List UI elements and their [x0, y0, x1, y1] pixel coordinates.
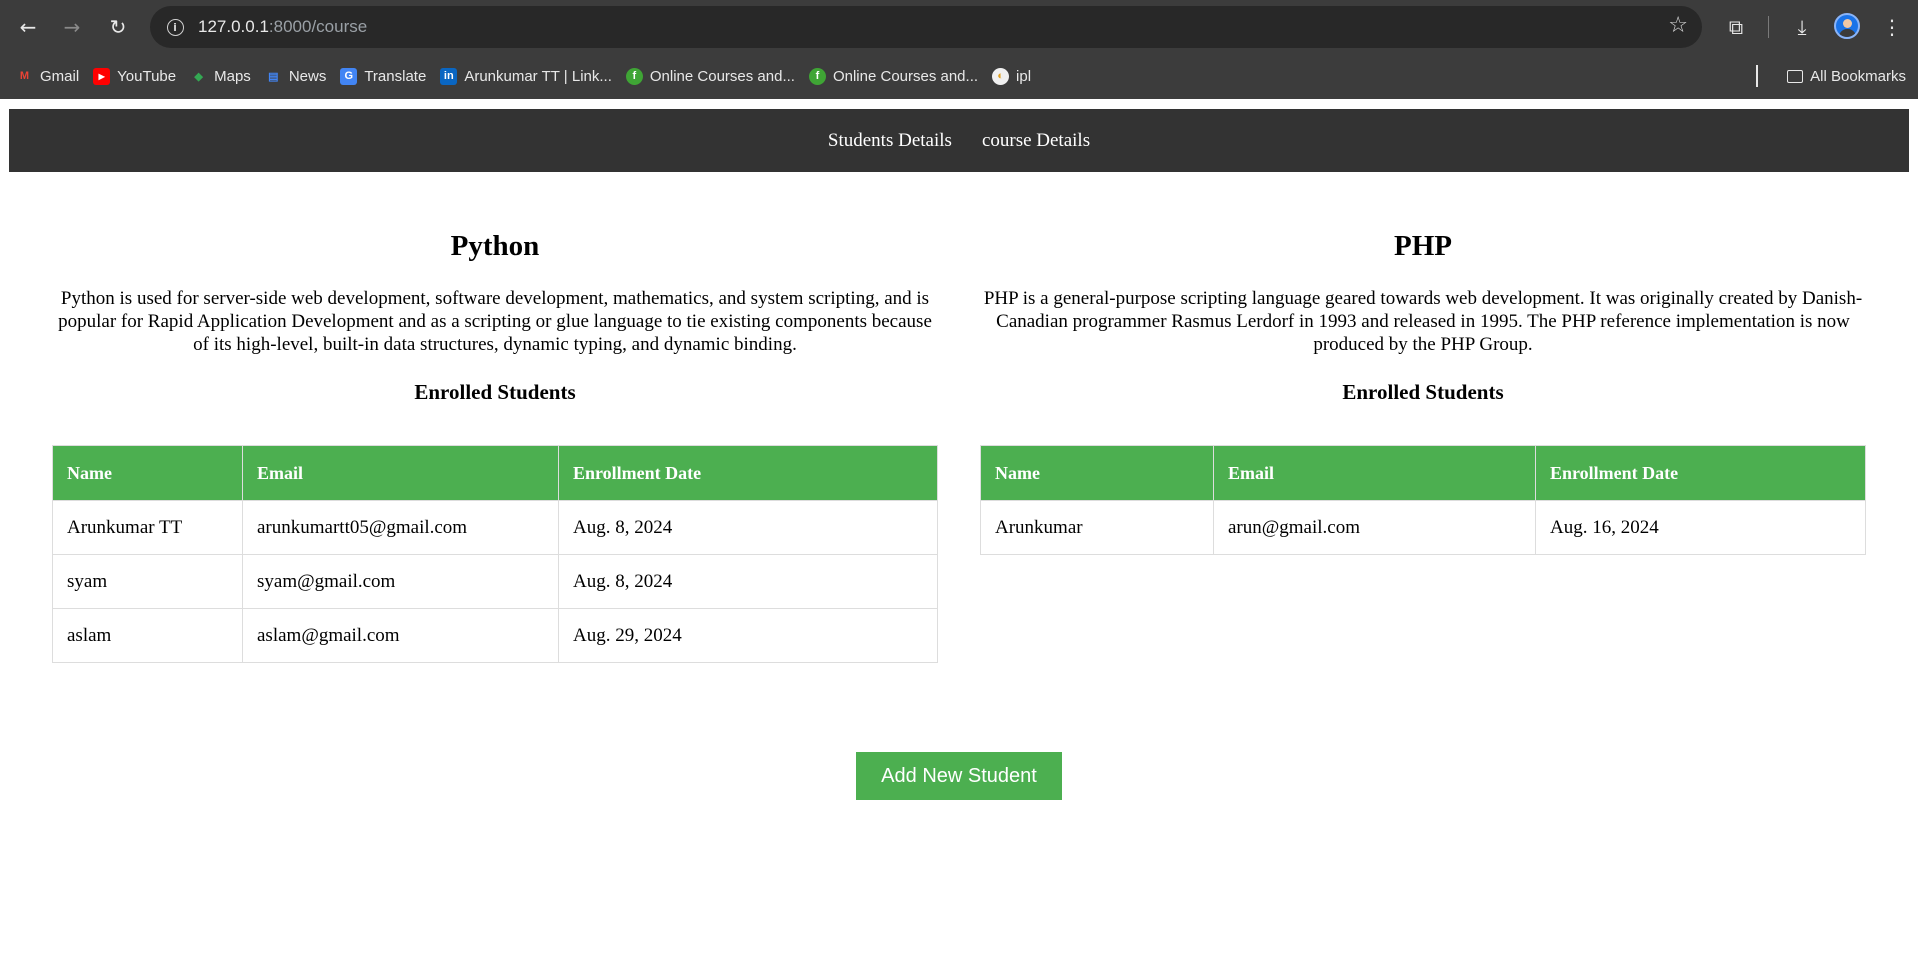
extensions-icon[interactable]: ⧉: [1722, 13, 1750, 41]
column-header: Name: [52, 445, 243, 501]
add-new-student-button[interactable]: Add New Student: [856, 752, 1062, 800]
ipl-icon: ◐: [992, 67, 1010, 85]
back-arrow-icon[interactable]: ←: [14, 13, 42, 41]
maps-icon: ◆: [194, 70, 203, 83]
bookmark-translate[interactable]: G Translate: [334, 61, 432, 91]
toolbar-divider: [1768, 16, 1769, 38]
bookmark-news[interactable]: ▤ News: [259, 61, 333, 91]
table-row: Arunkumar arun@gmail.com Aug. 16, 2024: [980, 500, 1866, 555]
enrolled-students-table: Name Email Enrollment Date Arunkumar aru…: [980, 445, 1866, 555]
column-header: Enrollment Date: [1535, 445, 1866, 501]
table-header-row: Name Email Enrollment Date: [980, 445, 1866, 501]
browser-toolbar: ← → ↻ i 127.0.0.1:8000/course ☆ ⧉ ⤓ ⋮: [0, 0, 1918, 53]
table-row: aslam aslam@gmail.com Aug. 29, 2024: [52, 608, 938, 663]
bookmark-courses-2[interactable]: f Online Courses and...: [803, 61, 984, 91]
bookmark-maps[interactable]: ◆ Maps: [184, 61, 257, 91]
site-info-icon[interactable]: i: [162, 14, 188, 40]
bookmark-star-icon[interactable]: ☆: [1668, 13, 1688, 38]
download-icon[interactable]: ⤓: [1788, 13, 1816, 41]
news-icon: ▤: [268, 70, 279, 83]
column-header: Enrollment Date: [558, 445, 938, 501]
course-title: PHP: [1394, 230, 1452, 262]
youtube-icon: ▶: [93, 67, 111, 85]
course-description: PHP is a general-purpose scripting langu…: [983, 288, 1863, 355]
column-header: Name: [980, 445, 1214, 501]
url-text[interactable]: 127.0.0.1:8000/course: [198, 17, 367, 37]
column-header: Email: [242, 445, 559, 501]
bookmark-linkedin[interactable]: in Arunkumar TT | Link...: [434, 61, 618, 91]
profile-avatar[interactable]: [1834, 13, 1860, 39]
enrolled-students-table: Name Email Enrollment Date Arunkumar TT …: [52, 445, 938, 663]
folder-icon: [1787, 69, 1804, 83]
enrollment-date: Aug. 8, 2024: [558, 500, 938, 555]
gmail-icon: M: [19, 70, 30, 82]
student-email: syam@gmail.com: [242, 554, 559, 609]
column-header: Email: [1213, 445, 1536, 501]
enrollment-date: Aug. 29, 2024: [558, 608, 938, 663]
bookmarks-divider: [1756, 65, 1758, 87]
bookmark-youtube[interactable]: ▶ YouTube: [87, 61, 182, 91]
linkedin-icon: in: [440, 67, 458, 85]
student-name: syam: [52, 554, 243, 609]
forward-arrow-icon[interactable]: →: [58, 13, 86, 41]
courses-icon: f: [625, 67, 643, 85]
enrollment-date: Aug. 8, 2024: [558, 554, 938, 609]
reload-icon[interactable]: ↻: [104, 13, 132, 41]
table-header-row: Name Email Enrollment Date: [52, 445, 938, 501]
student-name: Arunkumar: [980, 500, 1214, 555]
nav-course-details[interactable]: course Details: [982, 130, 1090, 152]
course-card-python: Python Python is used for server-side we…: [52, 230, 938, 663]
course-card-php: PHP PHP is a general-purpose scripting l…: [980, 230, 1866, 663]
courses-container: Python Python is used for server-side we…: [0, 230, 1918, 663]
student-name: aslam: [52, 608, 243, 663]
bookmarks-bar: M Gmail ▶ YouTube ◆ Maps ▤ News G Translate i…: [0, 53, 1918, 99]
translate-icon: G: [340, 67, 358, 85]
bookmark-ipl[interactable]: ◐ ipl: [986, 61, 1037, 91]
course-description: Python is used for server-side web devel…: [58, 288, 932, 355]
student-name: Arunkumar TT: [52, 500, 243, 555]
address-bar[interactable]: i 127.0.0.1:8000/course ☆: [150, 6, 1702, 48]
courses-icon: f: [808, 67, 826, 85]
all-bookmarks[interactable]: All Bookmarks: [1781, 61, 1912, 91]
add-student-wrapper: Add New Student: [0, 752, 1918, 800]
enrollment-date: Aug. 16, 2024: [1535, 500, 1866, 555]
student-email: arunkumartt05@gmail.com: [242, 500, 559, 555]
enrolled-heading: Enrolled Students: [414, 380, 576, 404]
table-row: syam syam@gmail.com Aug. 8, 2024: [52, 554, 938, 609]
enrolled-heading: Enrolled Students: [1342, 380, 1504, 404]
menu-kebab-icon[interactable]: ⋮: [1878, 13, 1906, 41]
bookmark-gmail[interactable]: M Gmail: [10, 61, 85, 91]
course-title: Python: [450, 230, 540, 262]
bookmark-courses-1[interactable]: f Online Courses and...: [620, 61, 801, 91]
nav-students-details[interactable]: Students Details: [828, 130, 952, 152]
table-row: Arunkumar TT arunkumartt05@gmail.com Aug…: [52, 500, 938, 555]
top-navbar: Students Details course Details: [9, 109, 1909, 172]
student-email: aslam@gmail.com: [242, 608, 559, 663]
student-email: arun@gmail.com: [1213, 500, 1536, 555]
